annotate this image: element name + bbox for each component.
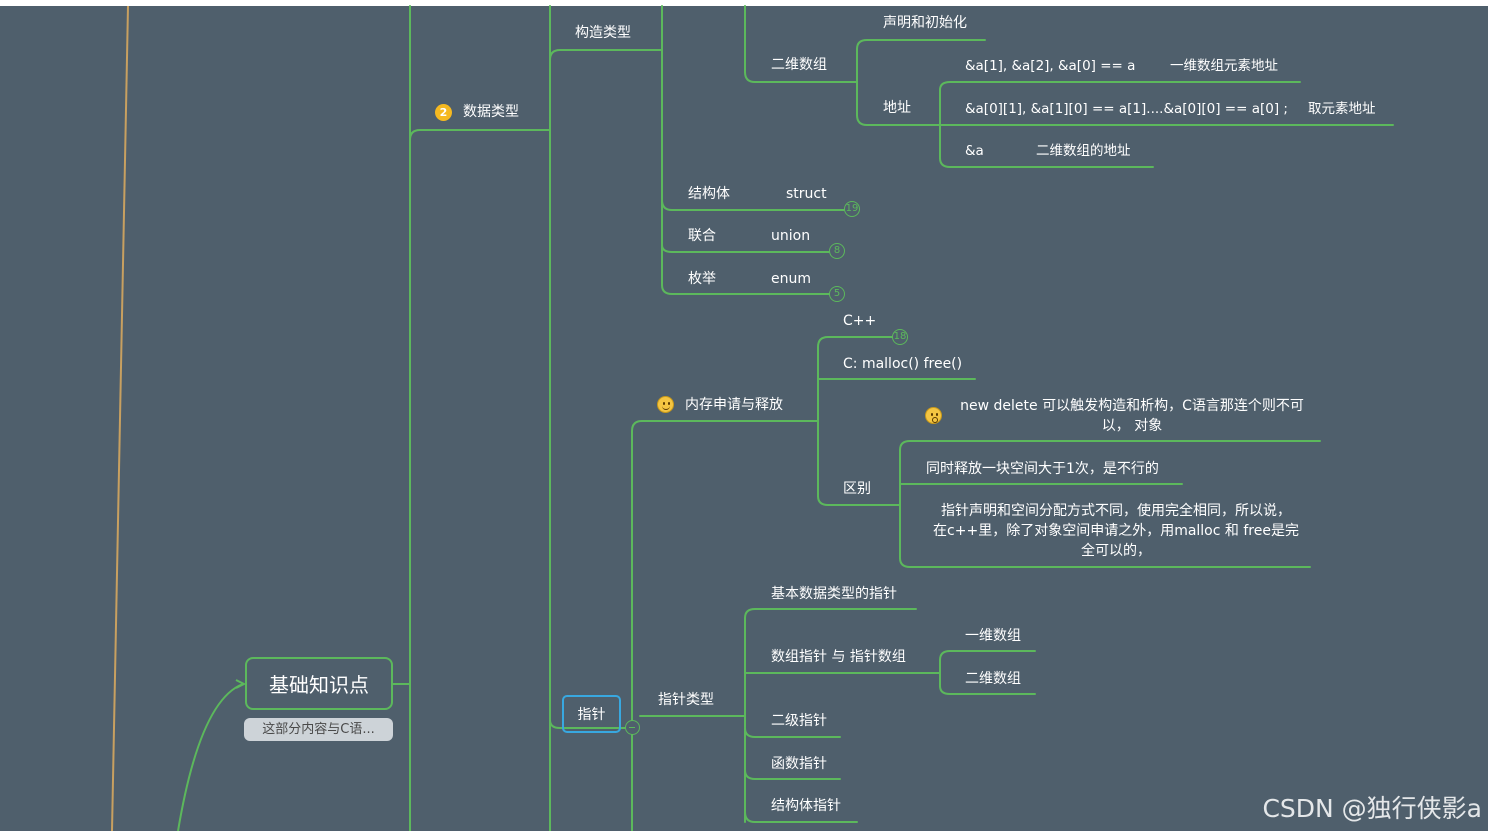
struct-node[interactable]: 结构体 — [688, 185, 730, 203]
pointer-types-node[interactable]: 指针类型 — [658, 691, 714, 709]
double-pointer-node[interactable]: 二级指针 — [771, 712, 827, 730]
watermark: CSDN @独行侠影a — [1262, 794, 1482, 823]
memory-alloc-node[interactable]: 内存申请与释放 — [685, 396, 783, 414]
union-node[interactable]: 联合 — [688, 227, 716, 245]
mind-map-canvas: 基础知识点 这部分内容与C语... 2 数据类型 构造类型 声明和初始化 二维数… — [0, 0, 1488, 831]
branch-lines — [111, 5, 1394, 831]
cpp-count-badge[interactable]: 18 — [892, 329, 908, 345]
root-node[interactable]: 基础知识点 — [245, 657, 393, 710]
difference-node[interactable]: 区别 — [843, 480, 871, 498]
diff-1-line1[interactable]: new delete 可以触发构造和析构，C语言那连个则不可 — [952, 397, 1312, 415]
enum-keyword[interactable]: enum — [771, 270, 811, 288]
diff-3-line3[interactable]: 全可以的， — [926, 542, 1306, 560]
addr-row1-desc[interactable]: 一维数组元素地址 — [1170, 57, 1278, 75]
diff-1-line2[interactable]: 以， 对象 — [952, 417, 1312, 435]
addr-row2-expr[interactable]: &a[0][1], &a[1][0] == a[1]....&a[0][0] =… — [965, 100, 1288, 118]
basic-type-pointer-node[interactable]: 基本数据类型的指针 — [771, 585, 897, 603]
enum-node[interactable]: 枚举 — [688, 270, 716, 288]
cpp-node[interactable]: C++ — [843, 312, 876, 330]
priority-badge: 2 — [435, 104, 452, 121]
address-node[interactable]: 地址 — [883, 99, 911, 117]
addr-row1-expr[interactable]: &a[1], &a[2], &a[0] == a — [965, 57, 1135, 75]
data-types-node[interactable]: 数据类型 — [463, 103, 519, 121]
struct-keyword[interactable]: struct — [786, 185, 827, 203]
addr-row3-desc[interactable]: 二维数组的地址 — [1036, 142, 1131, 160]
construct-type-node[interactable]: 构造类型 — [575, 24, 631, 42]
diff-3-line1[interactable]: 指针声明和空间分配方式不同，使用完全相同，所以说， — [926, 502, 1306, 520]
declare-init-node[interactable]: 声明和初始化 — [883, 14, 967, 32]
root-note[interactable]: 这部分内容与C语... — [244, 718, 393, 741]
union-count-badge[interactable]: 8 — [829, 243, 845, 259]
diff-2-node[interactable]: 同时释放一块空间大于1次，是不行的 — [926, 460, 1159, 478]
enum-count-badge[interactable]: 5 — [829, 286, 845, 302]
surprised-emoji-icon — [925, 407, 942, 424]
array-2d-pointer-node[interactable]: 二维数组 — [965, 670, 1021, 688]
struct-pointer-node[interactable]: 结构体指针 — [771, 797, 841, 815]
struct-count-badge[interactable]: 19 — [844, 201, 860, 217]
addr-row2-desc[interactable]: 取元素地址 — [1308, 100, 1376, 118]
array-1d-node[interactable]: 一维数组 — [965, 627, 1021, 645]
array-2d-node[interactable]: 二维数组 — [771, 56, 827, 74]
addr-row3-expr[interactable]: &a — [965, 142, 984, 160]
smile-emoji-icon — [657, 396, 674, 413]
diff-3-line2[interactable]: 在c++里，除了对象空间申请之外，用malloc 和 free是完 — [926, 522, 1306, 540]
c-malloc-node[interactable]: C: malloc() free() — [843, 355, 962, 373]
collapse-toggle-icon[interactable] — [625, 720, 640, 735]
function-pointer-node[interactable]: 函数指针 — [771, 755, 827, 773]
union-keyword[interactable]: union — [771, 227, 810, 245]
array-pointer-node[interactable]: 数组指针 与 指针数组 — [771, 648, 906, 666]
pointer-node-selected[interactable]: 指针 — [562, 695, 621, 733]
